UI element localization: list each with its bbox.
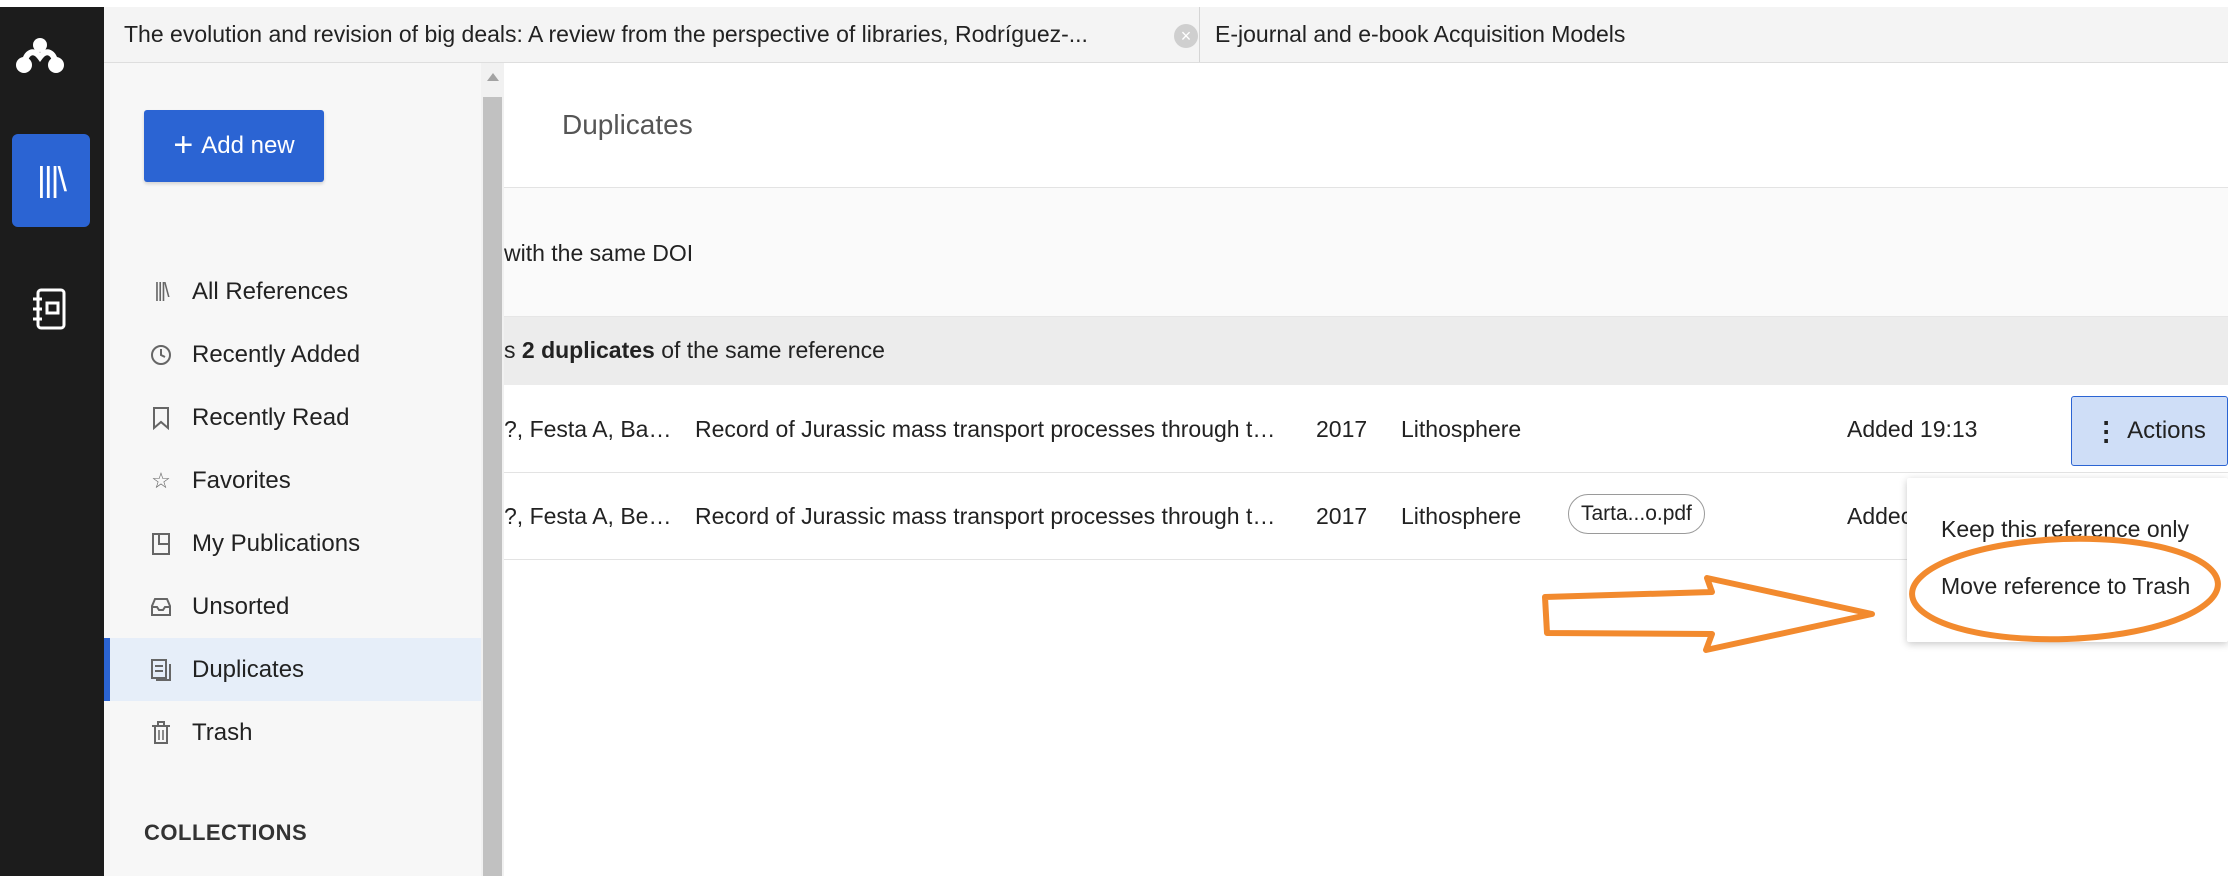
sidebar-item-label: Recently Added — [192, 340, 361, 368]
add-new-label: Add new — [201, 132, 295, 159]
app-rail: |||\ — [0, 7, 104, 876]
sidebar: + Add new |||\ All References Recently A… — [104, 63, 481, 876]
sidebar-item-favorites[interactable]: ☆ Favorites — [104, 449, 481, 512]
close-icon[interactable]: × — [1174, 24, 1198, 48]
tab-document-big-deals[interactable]: The evolution and revision of big deals:… — [124, 7, 1200, 62]
reference-title: Record of Jurassic mass transport proces… — [695, 416, 1276, 442]
sidebar-item-recently-added[interactable]: Recently Added — [104, 323, 481, 386]
library-icon[interactable]: |||\ — [12, 134, 90, 227]
reference-authors: ?, Festa A, Be… — [504, 503, 672, 529]
reference-journal: Lithosphere — [1401, 503, 1522, 529]
star-icon: ☆ — [151, 467, 171, 493]
doi-criteria-text: with the same DOI — [504, 240, 694, 266]
annotation-arrow — [1542, 575, 1875, 653]
sidebar-item-recently-read[interactable]: Recently Read — [104, 386, 481, 449]
plus-icon: + — [173, 125, 194, 164]
mendeley-logo-icon[interactable] — [12, 31, 68, 87]
sidebar-item-my-publications[interactable]: My Publications — [104, 512, 481, 575]
tab-label: The evolution and revision of big deals:… — [124, 21, 1088, 47]
sidebar-item-label: All References — [192, 277, 349, 305]
tab-bar: The evolution and revision of big deals:… — [104, 7, 2228, 63]
trash-icon — [148, 720, 174, 746]
sidebar-item-label: Favorites — [192, 466, 291, 494]
duplicate-group-header: s 2 duplicates of the same reference — [504, 317, 2228, 385]
table-row[interactable]: ?, Festa A, Ba… Record of Jurassic mass … — [504, 386, 2228, 473]
sidebar-item-label: Recently Read — [192, 403, 350, 431]
top-strip — [0, 0, 2228, 7]
kebab-menu-icon: ⋮ — [2093, 415, 2120, 446]
bookmark-icon — [148, 405, 174, 431]
sidebar-item-duplicates[interactable]: Duplicates — [104, 638, 481, 701]
sidebar-item-unsorted[interactable]: Unsorted — [104, 575, 481, 638]
sidebar-item-label: Unsorted — [192, 592, 290, 620]
duplicate-count: 2 duplicates — [521, 337, 655, 363]
add-new-button[interactable]: + Add new — [144, 110, 324, 182]
sidebar-item-trash[interactable]: Trash — [104, 701, 481, 764]
duplicates-icon — [148, 657, 174, 683]
inbox-icon — [148, 594, 174, 620]
actions-label: Actions — [2127, 417, 2206, 444]
reference-authors: ?, Festa A, Ba… — [504, 416, 672, 442]
menu-item-move-to-trash[interactable]: Move reference to Trash — [1941, 573, 2190, 600]
library-icon: |||\ — [154, 280, 169, 302]
actions-button[interactable]: ⋮ Actions — [2071, 396, 2228, 466]
reference-title: Record of Jurassic mass transport proces… — [695, 503, 1276, 529]
reference-journal: Lithosphere — [1401, 416, 1522, 442]
reference-year: 2017 — [1316, 416, 1368, 442]
reference-added-time: Added 19:13 — [1847, 416, 1978, 442]
pdf-file-chip[interactable]: Tarta...o.pdf — [1568, 494, 1705, 534]
tab-label: E-journal and e-book Acquisition Models — [1215, 21, 1626, 47]
duplicate-criteria-row: with the same DOI — [504, 188, 2228, 317]
sidebar-scrollbar[interactable] — [481, 63, 504, 876]
sidebar-item-label: Trash — [192, 718, 253, 746]
scroll-thumb[interactable] — [483, 97, 502, 876]
page-title: Duplicates — [562, 109, 693, 140]
menu-item-keep-reference[interactable]: Keep this reference only — [1941, 516, 2189, 543]
collections-heading: COLLECTIONS — [144, 820, 308, 845]
sidebar-item-label: Duplicates — [192, 655, 305, 683]
main-header: Duplicates — [504, 63, 2228, 188]
actions-dropdown-menu: Keep this reference only Move reference … — [1907, 478, 2228, 642]
scroll-up-arrow-icon[interactable] — [487, 73, 499, 81]
clock-icon — [148, 342, 174, 368]
tab-document-ejournal[interactable]: E-journal and e-book Acquisition Models — [1215, 7, 1625, 62]
publication-icon — [148, 531, 174, 557]
duplicate-group-text: s 2 duplicates of the same reference — [504, 337, 885, 363]
sidebar-item-label: My Publications — [192, 529, 361, 557]
notebook-icon[interactable] — [30, 287, 68, 331]
sidebar-item-all-references[interactable]: |||\ All References — [104, 260, 481, 323]
reference-year: 2017 — [1316, 503, 1368, 529]
reference-added-time: Addec — [1847, 503, 1913, 529]
